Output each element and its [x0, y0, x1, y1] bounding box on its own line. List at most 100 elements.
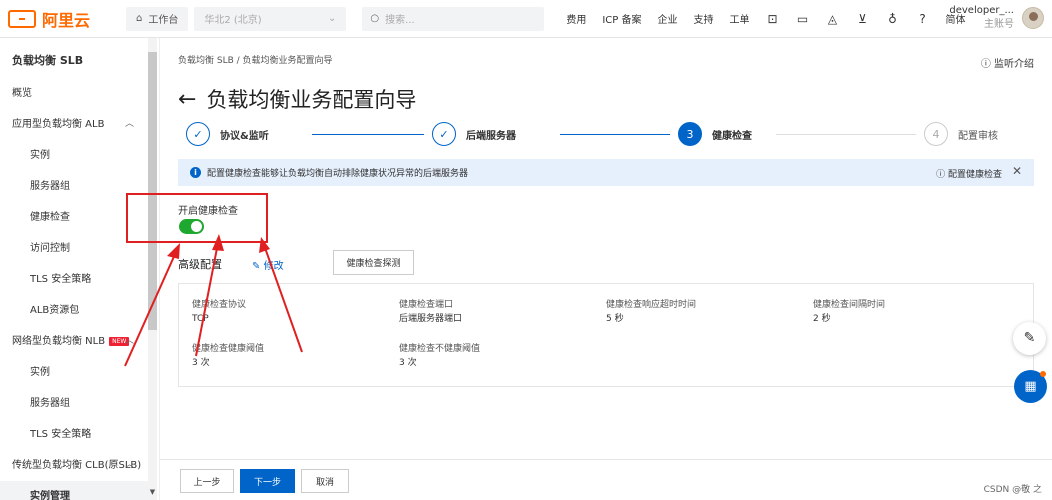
- step-connector: [312, 134, 424, 135]
- top-bar: 阿里云 ⌂ 工作台 华北2 (北京) ⌄ ○ 搜索... 费用 ICP 备案 企…: [0, 0, 1052, 38]
- detail-key: 健康检查健康阈值: [192, 344, 265, 354]
- detail-unhealthy-threshold: 健康检查不健康阈值 3 次: [399, 342, 480, 370]
- detail-key: 健康检查响应超时时间: [606, 300, 697, 310]
- sidebar-item-alb-instances[interactable]: 实例: [0, 140, 148, 171]
- detail-value: TCP: [192, 314, 209, 324]
- breadcrumb[interactable]: 负载均衡 SLB / 负载均衡业务配置向导: [178, 53, 333, 66]
- prev-button[interactable]: 上一步: [180, 469, 234, 493]
- detail-interval: 健康检查间隔时间 2 秒: [813, 298, 885, 326]
- sidebar-group-alb[interactable]: 应用型负载均衡 ALB ︿: [0, 109, 148, 140]
- detail-key: 健康检查协议: [192, 300, 247, 310]
- page-title: 负载均衡业务配置向导: [206, 88, 417, 112]
- sidebar-item-label: 服务器组: [30, 398, 70, 409]
- nav-link-enterprise[interactable]: 企业: [658, 11, 678, 26]
- check-icon: ✓: [186, 122, 210, 146]
- next-button[interactable]: 下一步: [240, 469, 295, 493]
- user-info: developer_... 主账号: [949, 4, 1014, 32]
- nav-link-icp[interactable]: ICP 备案: [602, 11, 641, 26]
- scroll-down-icon[interactable]: ▼: [148, 488, 157, 498]
- detail-value: 3 次: [399, 358, 417, 368]
- sidebar-item-alb-resource-pack[interactable]: ALB资源包: [0, 295, 148, 326]
- logo-text: 阿里云: [42, 10, 91, 30]
- sidebar-item-label: 应用型负载均衡 ALB: [12, 119, 105, 130]
- sidebar-scrollbar-thumb[interactable]: [148, 52, 157, 330]
- sidebar-item-alb-server-groups[interactable]: 服务器组: [0, 171, 148, 202]
- chevron-up-icon: ︿: [124, 119, 134, 129]
- health-check-probe-button[interactable]: 健康检查探测: [333, 250, 414, 275]
- check-icon: ✓: [432, 122, 456, 146]
- bell-icon[interactable]: ◬: [826, 12, 840, 26]
- nav-link-support[interactable]: 支持: [694, 11, 714, 26]
- help-icon[interactable]: ?: [916, 12, 930, 26]
- detail-value: 后端服务器端口: [399, 314, 463, 324]
- banner-help-link[interactable]: ⓘ 配置健康检查: [936, 167, 1002, 180]
- sidebar-item-alb-access-control[interactable]: 访问控制: [0, 233, 148, 264]
- sidebar-item-label: 实例: [30, 367, 50, 378]
- user-menu[interactable]: developer_... 主账号: [949, 4, 1044, 32]
- nav-link-ticket[interactable]: 工单: [730, 11, 750, 26]
- avatar[interactable]: [1022, 7, 1044, 29]
- sidebar-item-nlb-tls-policy[interactable]: TLS 安全策略: [0, 419, 148, 450]
- sidebar-item-label: TLS 安全策略: [30, 274, 92, 285]
- detail-value: 3 次: [192, 358, 210, 368]
- detail-value: 2 秒: [813, 314, 831, 324]
- sidebar-item-clb-instances[interactable]: 实例管理: [0, 481, 148, 500]
- cancel-button[interactable]: 取消: [301, 469, 349, 493]
- step-connector: [776, 134, 916, 135]
- grid-icon: ▦: [1024, 379, 1037, 394]
- detail-key: 健康检查间隔时间: [813, 300, 886, 310]
- page-title-row: ← 负载均衡业务配置向导: [178, 84, 416, 114]
- modify-link[interactable]: ✎ 修改: [252, 257, 284, 272]
- sidebar-item-label: 健康检查: [30, 212, 70, 223]
- close-icon[interactable]: ✕: [1012, 164, 1022, 178]
- health-check-details: 健康检查协议 TCP 健康检查端口 后端服务器端口 健康检查响应超时时间 5 秒 健康…: [178, 283, 1034, 387]
- modify-label: 修改: [263, 261, 284, 272]
- info-banner: i 配置健康检查能够让负载均衡自动排除健康状况异常的后端服务器 ⓘ 配置健康检查…: [178, 159, 1034, 186]
- sidebar-item-overview[interactable]: 概览: [0, 78, 148, 109]
- sidebar-item-label: 服务器组: [30, 181, 70, 192]
- aliyun-logo[interactable]: 阿里云: [8, 7, 126, 31]
- edit-float-button[interactable]: ✎: [1013, 322, 1046, 355]
- step-1: ✓ 协议&监听: [186, 122, 269, 146]
- region-select[interactable]: 华北2 (北京) ⌄: [194, 6, 347, 31]
- cart-icon[interactable]: ⊻: [856, 12, 870, 26]
- watermark: CSDN @敬 之: [983, 485, 1042, 495]
- workbench-button[interactable]: ⌂ 工作台: [126, 6, 189, 31]
- search-input[interactable]: ○ 搜索...: [362, 6, 545, 31]
- step-number: 4: [924, 122, 948, 146]
- region-label: 华北2 (北京): [204, 15, 262, 26]
- sidebar-group-clb[interactable]: 传统型负载均衡 CLB(原SLB) ︿: [0, 450, 148, 481]
- sidebar-item-label: 访问控制: [30, 243, 70, 254]
- nav-link-billing[interactable]: 费用: [566, 11, 586, 26]
- advanced-config-label: 高级配置: [178, 258, 222, 271]
- workbench-label: 工作台: [148, 15, 179, 26]
- banner-help-label: 配置健康检查: [947, 170, 1002, 180]
- sidebar: 负载均衡 SLB 概览 应用型负载均衡 ALB ︿ 实例 服务器组 健康检查 访问…: [0, 38, 160, 500]
- apps-float-button[interactable]: ▦: [1014, 370, 1047, 403]
- chevron-up-icon: ︿: [124, 336, 134, 346]
- sidebar-item-nlb-server-groups[interactable]: 服务器组: [0, 388, 148, 419]
- image-icon[interactable]: ▭: [796, 12, 810, 26]
- footer-bar: 上一步 下一步 取消 CSDN @敬 之: [160, 459, 1052, 500]
- edit-icon: ✎: [252, 261, 261, 272]
- detail-healthy-threshold: 健康检查健康阈值 3 次: [192, 342, 264, 370]
- user-role: 主账号: [984, 19, 1014, 30]
- back-arrow-icon[interactable]: ←: [178, 87, 196, 112]
- sidebar-item-label: 实例: [30, 150, 50, 161]
- step-3: 3 健康检查: [678, 122, 752, 146]
- sidebar-item-nlb-instances[interactable]: 实例: [0, 357, 148, 388]
- search-icon: ○: [370, 13, 380, 24]
- sidebar-item-alb-health-check[interactable]: 健康检查: [0, 202, 148, 233]
- health-check-toggle[interactable]: [179, 219, 204, 234]
- sidebar-item-alb-tls-policy[interactable]: TLS 安全策略: [0, 264, 148, 295]
- step-label: 后端服务器: [466, 130, 516, 142]
- notification-dot: [1040, 371, 1046, 377]
- user-name: developer_...: [949, 5, 1014, 16]
- bulb-icon[interactable]: ♁: [886, 12, 900, 26]
- help-link[interactable]: ⓘ 监听介绍: [981, 55, 1034, 70]
- health-check-label: 开启健康检查: [178, 206, 238, 217]
- sidebar-item-label: 概览: [12, 88, 32, 99]
- cloud-shell-icon[interactable]: ⊡: [766, 12, 780, 26]
- sidebar-item-label: ALB资源包: [30, 305, 80, 316]
- sidebar-group-nlb[interactable]: 网络型负载均衡 NLB NEW ︿: [0, 326, 148, 357]
